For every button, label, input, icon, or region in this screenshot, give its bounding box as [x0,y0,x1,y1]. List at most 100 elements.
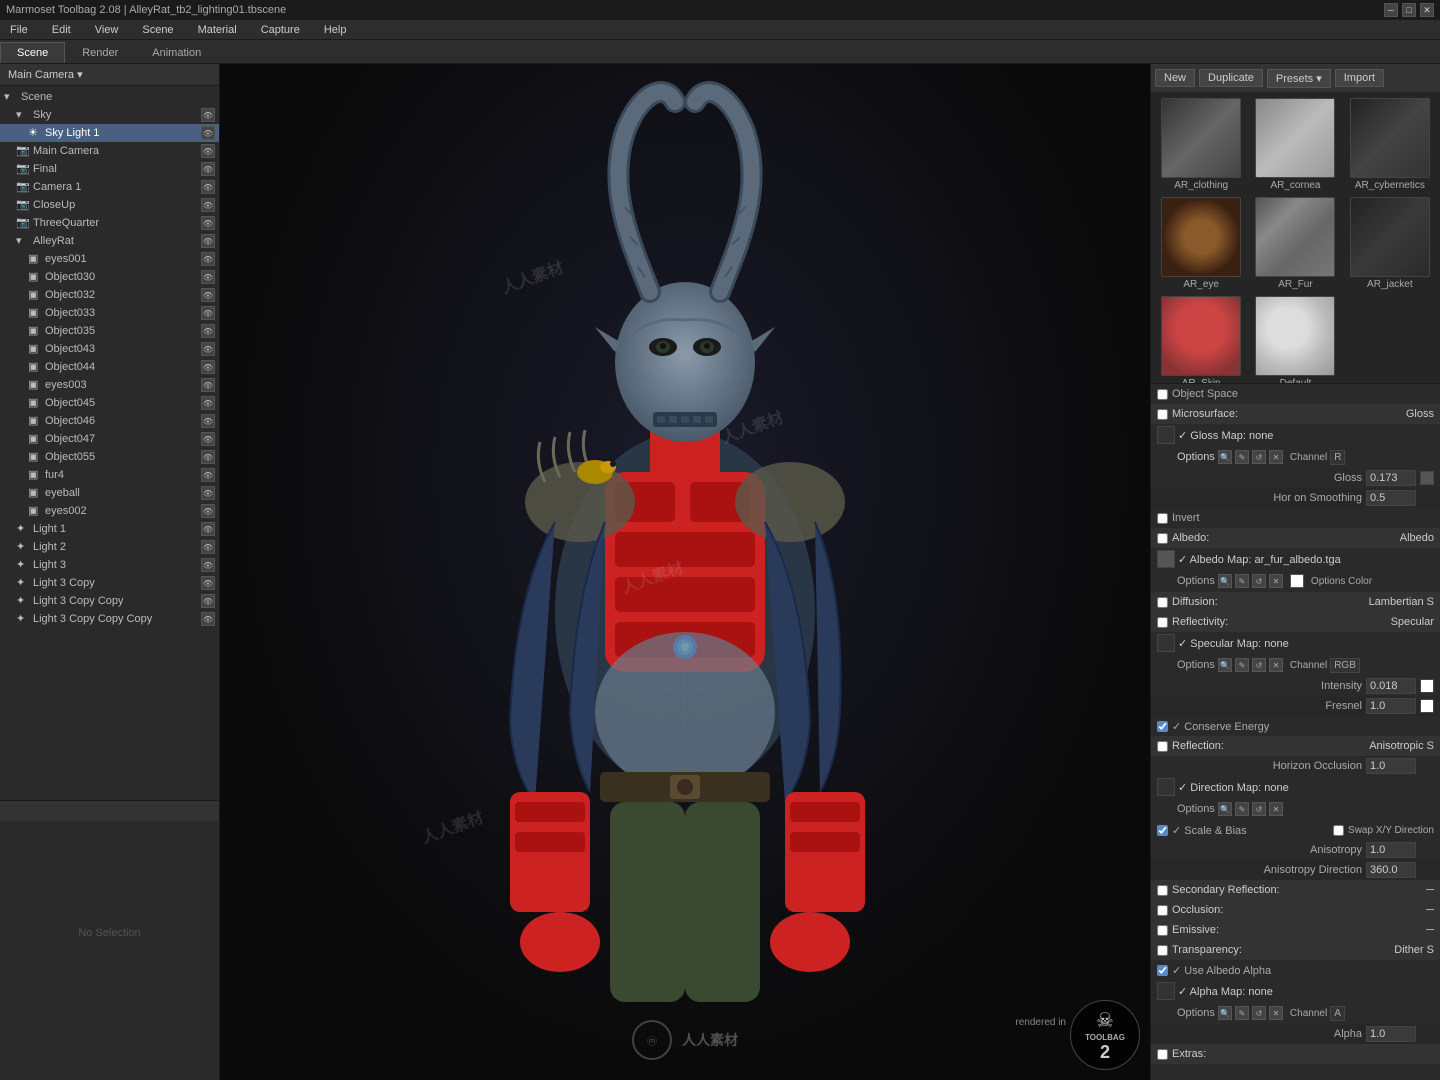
tree-item-alleyrat[interactable]: ▾ AlleyRat 👁 [0,232,219,250]
fresnel-input[interactable] [1366,698,1416,714]
mat-item-default[interactable]: Default [1249,294,1341,383]
diffusion-checkbox[interactable] [1157,597,1168,608]
specular-reload-btn[interactable]: ↺ [1252,658,1266,672]
eyes001-vis[interactable]: 👁 [201,252,215,266]
specular-edit-btn[interactable]: ✎ [1235,658,1249,672]
gloss-reload-btn[interactable]: ↺ [1252,450,1266,464]
light2-vis[interactable]: 👁 [201,540,215,554]
specular-clear-btn[interactable]: ✕ [1269,658,1283,672]
tree-item-skylight1[interactable]: ☀ Sky Light 1 👁 [0,124,219,142]
albedo-color-swatch[interactable] [1290,574,1304,588]
tree-item-object035[interactable]: ▣ Object035 👁 [0,322,219,340]
mat-item-clothing[interactable]: AR_clothing [1155,96,1247,193]
menu-help[interactable]: Help [318,22,353,38]
tree-item-light3copy[interactable]: ✦ Light 3 Copy 👁 [0,574,219,592]
albedo-reload-btn[interactable]: ↺ [1252,574,1266,588]
tree-item-light3copycopycopy[interactable]: ✦ Light 3 Copy Copy Copy 👁 [0,610,219,628]
maximize-button[interactable]: □ [1402,3,1416,17]
alleyrat-vis-button[interactable]: 👁 [201,234,215,248]
tree-item-scene[interactable]: ▾ Scene [0,88,219,106]
gloss-color-swatch[interactable] [1420,471,1434,485]
mat-item-cornea[interactable]: AR_cornea [1249,96,1341,193]
tab-scene[interactable]: Scene [0,42,65,63]
import-button[interactable]: Import [1335,69,1384,87]
mat-item-fur[interactable]: AR_Fur [1249,195,1341,292]
tree-item-light3[interactable]: ✦ Light 3 👁 [0,556,219,574]
tree-item-eyeball[interactable]: ▣ eyeball 👁 [0,484,219,502]
threequarter-vis-button[interactable]: 👁 [201,216,215,230]
light3copycopy-vis[interactable]: 👁 [201,594,215,608]
transparency-section-header[interactable]: Transparency: Dither S [1151,940,1440,960]
window-controls[interactable]: ─ □ ✕ [1384,3,1434,17]
cam1-vis-button[interactable]: 👁 [201,180,215,194]
tree-item-closeup[interactable]: 📷 CloseUp 👁 [0,196,219,214]
final-vis-button[interactable]: 👁 [201,162,215,176]
menu-material[interactable]: Material [192,22,243,38]
albedo-section-header[interactable]: Albedo: Albedo [1151,528,1440,548]
tree-item-eyes003[interactable]: ▣ eyes003 👁 [0,376,219,394]
albedo-clear-btn[interactable]: ✕ [1269,574,1283,588]
albedo-search-btn[interactable]: 🔍 [1218,574,1232,588]
obj030-vis[interactable]: 👁 [201,270,215,284]
tree-item-light2[interactable]: ✦ Light 2 👁 [0,538,219,556]
tree-item-object030[interactable]: ▣ Object030 👁 [0,268,219,286]
tab-animation[interactable]: Animation [135,42,218,63]
albedo-checkbox[interactable] [1157,533,1168,544]
dir-search-btn[interactable]: 🔍 [1218,802,1232,816]
alpha-edit-btn[interactable]: ✎ [1235,1006,1249,1020]
reflectivity-checkbox[interactable] [1157,617,1168,628]
obj055-vis[interactable]: 👁 [201,450,215,464]
obj043-vis[interactable]: 👁 [201,342,215,356]
reflection-checkbox[interactable] [1157,741,1168,752]
menu-capture[interactable]: Capture [255,22,306,38]
alpha-input[interactable] [1366,1026,1416,1042]
dir-edit-btn[interactable]: ✎ [1235,802,1249,816]
minimize-button[interactable]: ─ [1384,3,1398,17]
presets-button[interactable]: Presets ▾ [1267,69,1331,88]
light3copycopycopy-vis[interactable]: 👁 [201,612,215,626]
eyes002-vis[interactable]: 👁 [201,504,215,518]
tree-item-object044[interactable]: ▣ Object044 👁 [0,358,219,376]
invert-checkbox[interactable] [1157,513,1168,524]
swap-xy-checkbox[interactable] [1333,825,1344,836]
menu-edit[interactable]: Edit [46,22,77,38]
scale-bias-checkbox[interactable] [1157,825,1168,836]
sky-vis-button[interactable]: 👁 [201,108,215,122]
alpha-clear-btn[interactable]: ✕ [1269,1006,1283,1020]
gloss-search-btn[interactable]: 🔍 [1218,450,1232,464]
eyes003-vis[interactable]: 👁 [201,378,215,392]
alpha-reload-btn[interactable]: ↺ [1252,1006,1266,1020]
conserve-energy-checkbox[interactable] [1157,721,1168,732]
occlusion-checkbox[interactable] [1157,905,1168,916]
mat-item-skin[interactable]: AR_Skin [1155,294,1247,383]
tree-item-object045[interactable]: ▣ Object045 👁 [0,394,219,412]
extras-checkbox[interactable] [1157,1049,1168,1060]
duplicate-material-button[interactable]: Duplicate [1199,69,1263,87]
tab-render[interactable]: Render [65,42,135,63]
alpha-search-btn[interactable]: 🔍 [1218,1006,1232,1020]
fur4-vis[interactable]: 👁 [201,468,215,482]
gloss-input[interactable] [1366,470,1416,486]
gloss-clear-btn[interactable]: ✕ [1269,450,1283,464]
tree-item-fur4[interactable]: ▣ fur4 👁 [0,466,219,484]
tree-item-maincamera[interactable]: 📷 Main Camera 👁 [0,142,219,160]
horizon-occlusion-input[interactable] [1366,758,1416,774]
tree-item-camera1[interactable]: 📷 Camera 1 👁 [0,178,219,196]
transparency-checkbox[interactable] [1157,945,1168,956]
camera-selector[interactable]: Main Camera ▾ [0,64,219,86]
new-material-button[interactable]: New [1155,69,1195,87]
tree-item-object033[interactable]: ▣ Object033 👁 [0,304,219,322]
secondary-reflection-header[interactable]: Secondary Reflection: ─ [1151,880,1440,900]
obj035-vis[interactable]: 👁 [201,324,215,338]
anisotropy-dir-input[interactable] [1366,862,1416,878]
eyeball-vis[interactable]: 👁 [201,486,215,500]
menu-view[interactable]: View [89,22,125,38]
obj032-vis[interactable]: 👁 [201,288,215,302]
obj045-vis[interactable]: 👁 [201,396,215,410]
anisotropy-input[interactable] [1366,842,1416,858]
diffusion-section-header[interactable]: Diffusion: Lambertian S [1151,592,1440,612]
tree-item-object055[interactable]: ▣ Object055 👁 [0,448,219,466]
tree-item-object046[interactable]: ▣ Object046 👁 [0,412,219,430]
tree-item-threequarter[interactable]: 📷 ThreeQuarter 👁 [0,214,219,232]
gloss-edit-btn[interactable]: ✎ [1235,450,1249,464]
